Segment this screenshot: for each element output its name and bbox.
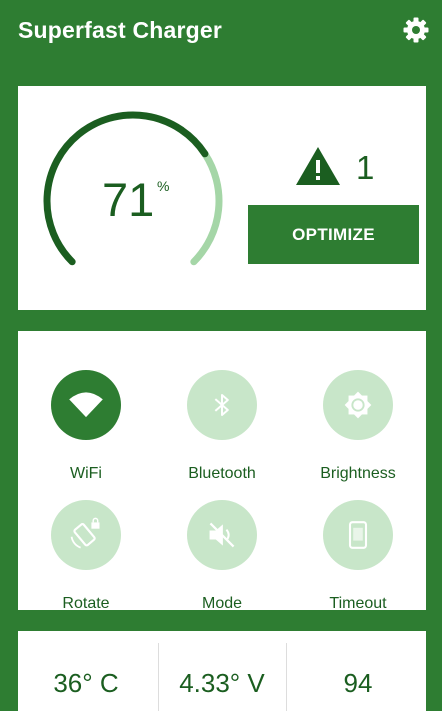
phone-timeout-icon [323,500,393,570]
warning-count: 1 [356,149,375,186]
rotate-label: Rotate [62,595,110,612]
brightness-toggle[interactable]: Brightness [290,351,426,482]
divider [286,643,287,711]
optimize-button[interactable]: OPTIMIZE [248,205,419,264]
warning-icon [295,146,341,186]
bluetooth-icon [187,370,257,440]
temperature-value: 36° C [53,668,119,698]
battery-percent: 71 [102,173,155,226]
brightness-icon [323,370,393,440]
toggles-card: WiFi Bluetooth Brightness Rotate Mode Ti… [18,331,426,612]
mode-toggle[interactable]: Mode [154,481,290,612]
app-bar: Superfast Charger [0,0,442,64]
voltage-stat: 4.33° V [154,631,290,711]
battery-percent-unit: % [157,178,170,194]
stats-card: 36° C 4.33° V 94 [18,631,426,711]
rotate-lock-icon [51,500,121,570]
third-stat: 94 [290,631,426,711]
gear-icon[interactable] [402,16,430,44]
rotate-toggle[interactable]: Rotate [18,481,154,612]
voltage-value: 4.33° V [179,668,265,698]
wifi-toggle[interactable]: WiFi [18,351,154,482]
timeout-toggle[interactable]: Timeout [290,481,426,612]
bluetooth-toggle[interactable]: Bluetooth [154,351,290,482]
speaker-muted-icon [187,500,257,570]
battery-card: 71 % 1 OPTIMIZE [18,86,426,310]
third-stat-value: 94 [343,668,373,698]
mode-label: Mode [201,595,243,612]
app-title: Superfast Charger [18,17,223,43]
temperature-stat: 36° C [18,631,154,711]
timeout-label: Timeout [329,595,387,612]
wifi-icon [51,370,121,440]
